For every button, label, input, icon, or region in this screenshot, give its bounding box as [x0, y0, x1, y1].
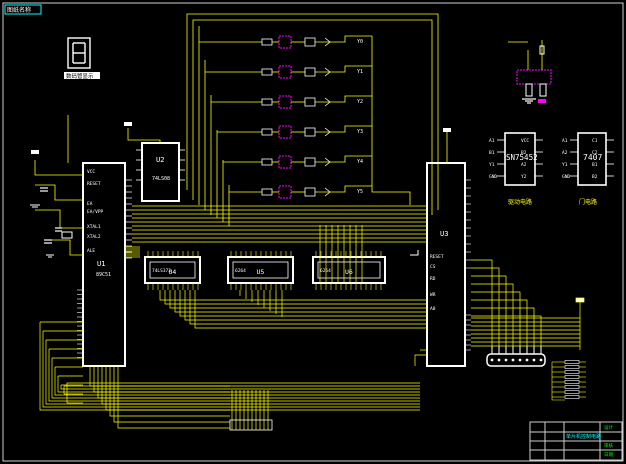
driver-stage [199, 35, 372, 49]
pin-label: Y1 [489, 162, 495, 168]
capacitor-icons [40, 187, 62, 244]
output-label: Y3 [357, 129, 363, 135]
title-block-row-3: 日期 [604, 452, 613, 458]
driver-stage [217, 125, 372, 139]
output-label: Y1 [357, 69, 363, 75]
pin-label: C1 [592, 138, 598, 144]
optocoupler [508, 40, 552, 97]
pin-label: B2 [521, 150, 527, 156]
pin-label: RD [430, 276, 436, 282]
chip-u5[interactable]: U5 6264 [227, 251, 294, 290]
pin-label: C2 [592, 150, 598, 156]
pin-label: XTAL1 [87, 224, 101, 230]
pin-label: WR [430, 292, 436, 298]
pin-label: A1 [562, 138, 568, 144]
chip-u2[interactable] [141, 142, 180, 202]
pin-label: RESET [87, 181, 101, 187]
chip-u1-right-pins [77, 179, 132, 358]
title-block-row-1: 设计 [604, 424, 613, 431]
schematic-canvas: 图纸名称 数码管显示 U2 74LS08 U1 89C51 VCC RESET EA… [2, 2, 624, 462]
vcc-icon-left [31, 150, 39, 154]
chip-u2-part: 74LS08 [152, 176, 170, 182]
chip-u3-ref: U3 [440, 230, 448, 238]
chip-ref: U5 [257, 268, 265, 276]
memory-chips: U474LS373 U5 6264 U6 6264 [144, 250, 419, 290]
resistor-network [551, 360, 586, 401]
resistor [564, 375, 580, 379]
chip-part: 6264 [320, 268, 331, 274]
pin-label: A2 [562, 150, 568, 156]
bottom-bus [39, 321, 427, 431]
chip-u1-ref: U1 [97, 260, 105, 268]
chip-u6[interactable]: U6 6264 [312, 251, 386, 290]
crystal-icon [61, 231, 73, 239]
resistor [564, 395, 580, 399]
seven-segment-icon [67, 37, 91, 69]
right-net [471, 259, 585, 350]
driver-stages [199, 35, 411, 205]
ground-icon-right [522, 98, 536, 104]
pin-label: A2 [521, 162, 527, 168]
chip-u1-pin-labels: VCC RESET EA EA/VPP XTAL1 XTAL2 ALE [87, 169, 104, 254]
pin-label: B1 [489, 150, 495, 156]
driver-stage [229, 185, 372, 199]
title-block-title: 单片机控制电路 [566, 433, 601, 440]
display-caption: 数码管显示 [66, 72, 94, 80]
data-bus [125, 205, 427, 329]
pin-label: EA [87, 201, 93, 207]
pin-label: ALE [87, 248, 95, 254]
driver-stage [223, 155, 372, 169]
output-labels: Y0 Y1 Y2 Y3 Y4 Y5 [357, 39, 363, 195]
pin-label: GND [562, 174, 570, 180]
chip-u1-part: 89C51 [96, 272, 111, 278]
resistor [564, 385, 580, 389]
resistor [564, 380, 580, 384]
resistor [564, 370, 580, 374]
chip-u4[interactable]: U474LS373 [144, 251, 201, 290]
output-label: Y4 [357, 159, 363, 165]
net-marker [538, 99, 546, 103]
driver-stage [205, 65, 372, 79]
connector-j1[interactable] [486, 353, 546, 367]
pin-label: Y1 [562, 162, 568, 168]
pin-label: CS [430, 264, 436, 270]
chip-u2-ref: U2 [156, 156, 164, 164]
pin-label: B2 [592, 174, 598, 180]
pin-label: A1 [489, 138, 495, 144]
driver-stage [211, 95, 372, 109]
pin-label: XTAL2 [87, 234, 101, 240]
chip-ref: U6 [345, 268, 353, 276]
pin-label: Y2 [521, 174, 527, 180]
vcc-icon [124, 122, 132, 126]
output-label: Y5 [357, 189, 363, 195]
pin-label: EA/VPP [87, 209, 104, 215]
chip-part: 6264 [235, 268, 246, 274]
pin-label: VCC [521, 138, 529, 144]
resistor [564, 360, 580, 364]
ic-right-caption: 门电路 [579, 198, 597, 206]
title-block-row-2: 审核 [604, 442, 613, 449]
resistor [564, 365, 580, 369]
pin-label: VCC [87, 169, 95, 175]
pin-label: GND [489, 174, 497, 180]
output-label: Y0 [357, 39, 363, 45]
ground-icons [30, 204, 54, 258]
pin-label: B1 [592, 162, 598, 168]
vcc-icon-right [443, 128, 451, 132]
left-components [34, 115, 83, 256]
pin-label: RESET [430, 254, 444, 260]
output-label: Y2 [357, 99, 363, 105]
tab-label: 图纸名称 [7, 6, 31, 14]
ic-left-caption: 驱动电路 [508, 198, 532, 206]
resistor [564, 390, 580, 394]
chip-part: 74LS373 [152, 268, 171, 274]
pin-label: A0 [430, 306, 436, 312]
